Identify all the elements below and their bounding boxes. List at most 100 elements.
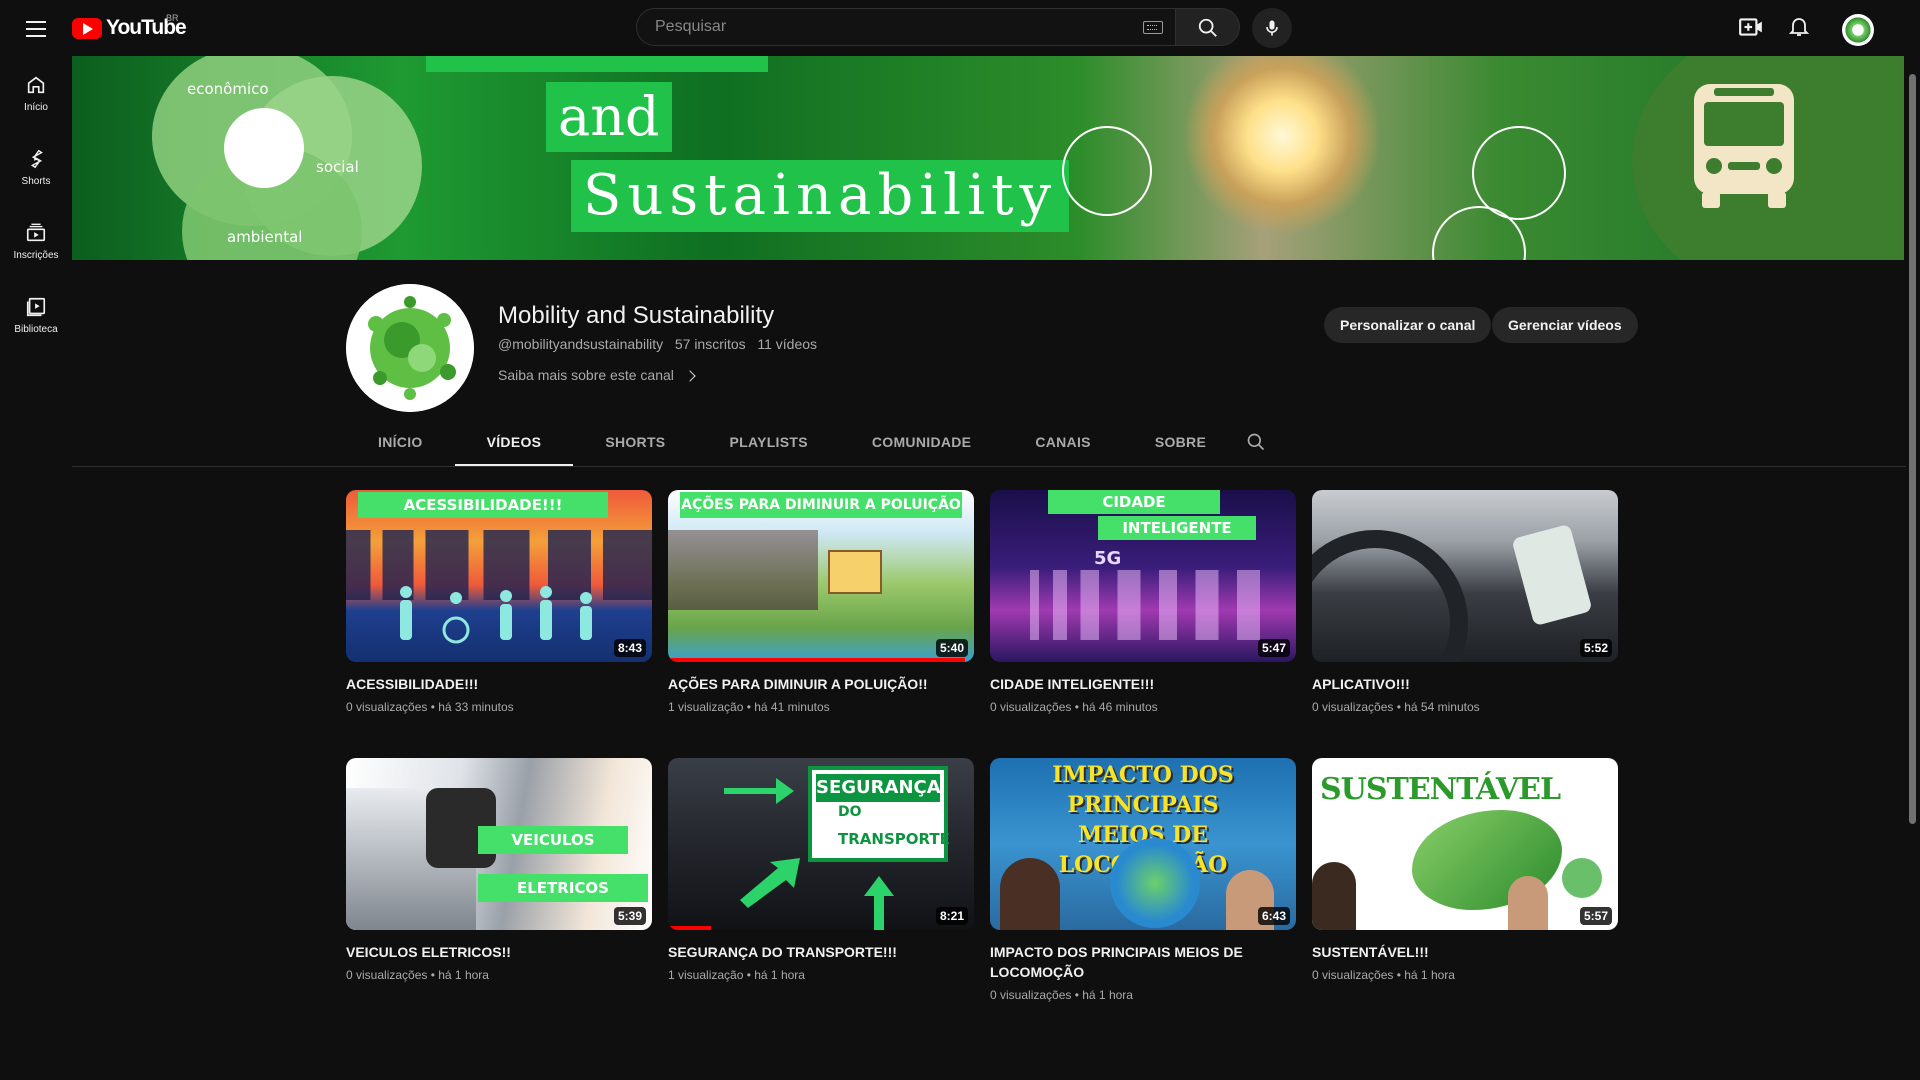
watch-progress-bar — [668, 658, 965, 662]
safety-sign: SEGURANÇA DO TRANSPORTE — [808, 766, 950, 862]
upload-age: há 33 minutos — [438, 700, 514, 714]
factory-smoke — [668, 530, 818, 610]
video-title[interactable]: ACESSIBILIDADE!!! — [346, 674, 636, 694]
video-thumbnail[interactable]: SEGURANÇA DO TRANSPORTE 8:21 — [668, 758, 974, 930]
search-box — [636, 8, 1176, 46]
tab-about[interactable]: SOBRE — [1123, 418, 1238, 466]
watch-progress-bar — [668, 926, 711, 930]
top-bar: YouTube BR — [0, 0, 1920, 56]
presenter-avatar-left — [1312, 862, 1356, 930]
video-duration: 8:21 — [935, 907, 968, 925]
tab-shorts[interactable]: SHORTS — [573, 418, 697, 466]
sidebar-item-shorts[interactable]: Shorts — [0, 130, 72, 204]
bus-icon — [1694, 84, 1794, 208]
customize-channel-button[interactable]: Personalizar o canal — [1324, 307, 1492, 343]
thumbnail-headline-line1: IMPACTO DOS PRINCIPAIS — [1052, 762, 1234, 818]
video-title[interactable]: SEGURANÇA DO TRANSPORTE!!! — [668, 942, 958, 962]
account-avatar[interactable] — [1842, 14, 1874, 46]
video-title[interactable]: AÇÕES PARA DIMINUIR A POLUIÇÃO!! — [668, 674, 958, 694]
youtube-logo[interactable]: YouTube BR — [72, 13, 187, 39]
video-card[interactable]: CIDADE INTELIGENTE 5G 5:47 CIDADE INTELI… — [990, 490, 1296, 714]
banner-word-sustainability: Sustainability — [571, 160, 1070, 232]
channel-banner: econômico social ambiental and Sustainab… — [72, 56, 1904, 260]
view-count: 0 visualizações — [346, 700, 428, 714]
sidebar-item-label: Início — [24, 101, 48, 113]
video-meta: 1 visualização • há 1 hora — [668, 968, 805, 982]
tab-home[interactable]: INÍCIO — [346, 418, 455, 466]
manage-videos-button[interactable]: Gerenciar vídeos — [1492, 307, 1638, 343]
banner-word-and: and — [546, 82, 672, 152]
country-code: BR — [166, 13, 179, 23]
video-title[interactable]: APLICATIVO!!! — [1312, 674, 1602, 694]
hamburger-menu-icon[interactable] — [24, 16, 48, 40]
video-thumbnail[interactable]: SUSTENTÁVEL 5:57 — [1312, 758, 1618, 930]
video-duration: 5:40 — [935, 639, 968, 657]
thumbnail-caption-line2: INTELIGENTE — [1098, 516, 1256, 540]
channel-avatar[interactable] — [346, 284, 474, 412]
search-button[interactable] — [1176, 8, 1240, 46]
video-card[interactable]: SEGURANÇA DO TRANSPORTE 8:21 SEGURANÇA D… — [668, 758, 974, 982]
notifications-bell-icon[interactable] — [1787, 14, 1815, 42]
tab-channels[interactable]: CANAIS — [1003, 418, 1122, 466]
steering-wheel — [1312, 530, 1468, 662]
lightbulb-image — [1182, 56, 1382, 236]
video-meta: 0 visualizações • há 1 hora — [1312, 968, 1455, 982]
view-count: 0 visualizações — [990, 988, 1072, 1002]
tab-community[interactable]: COMUNIDADE — [840, 418, 1003, 466]
banner-label-economic: econômico — [187, 80, 269, 98]
video-thumbnail[interactable]: VEICULOS ELETRICOS 5:39 — [346, 758, 652, 930]
microphone-icon — [1266, 20, 1278, 36]
video-title[interactable]: IMPACTO DOS PRINCIPAIS MEIOS DE LOCOMOÇÃ… — [990, 942, 1280, 982]
video-card[interactable]: IMPACTO DOS PRINCIPAIS MEIOS DE LOCOMOÇÃ… — [990, 758, 1296, 1002]
upload-age: há 1 hora — [1404, 968, 1455, 982]
sidebar-item-label: Biblioteca — [14, 323, 58, 335]
earth-image — [1110, 838, 1200, 928]
channel-search-button[interactable] — [1246, 432, 1266, 457]
video-count: 11 vídeos — [757, 336, 818, 352]
subscriptions-icon — [26, 223, 46, 241]
youtube-play-icon — [72, 17, 102, 39]
channel-about-link[interactable]: Saiba mais sobre este canal — [498, 367, 696, 383]
page-scrollbar-thumb[interactable] — [1909, 74, 1916, 824]
home-icon — [27, 76, 45, 93]
video-card[interactable]: 5:52 APLICATIVO!!! 0 visualizações • há … — [1312, 490, 1618, 714]
tab-videos[interactable]: VÍDEOS — [454, 418, 574, 466]
upload-age: há 54 minutos — [1404, 700, 1480, 714]
thumbnail-5g-label: 5G — [1094, 548, 1122, 569]
view-count: 1 visualização — [668, 700, 744, 714]
voice-search-button[interactable] — [1252, 8, 1292, 48]
create-video-icon[interactable] — [1738, 14, 1766, 42]
sidebar-item-library[interactable]: Biblioteca — [0, 278, 72, 352]
video-thumbnail[interactable]: 5:52 — [1312, 490, 1618, 662]
shorts-icon — [30, 149, 43, 168]
video-thumbnail[interactable]: ACESSIBILIDADE!!! 8:43 — [346, 490, 652, 662]
search-input[interactable] — [653, 17, 1097, 37]
video-card[interactable]: ACESSIBILIDADE!!! 8:43 ACESSIBILIDADE!!!… — [346, 490, 652, 714]
video-meta: 0 visualizações • há 1 hora — [346, 968, 489, 982]
upload-age: há 1 hora — [438, 968, 489, 982]
sign-word-1: SEGURANÇA — [816, 774, 941, 802]
banner-label-social: social — [316, 158, 359, 176]
sidebar-item-subscriptions[interactable]: Inscrições — [0, 204, 72, 278]
sidebar-item-home[interactable]: Início — [0, 56, 72, 130]
video-thumbnail[interactable]: AÇÕES PARA DIMINUIR A POLUIÇÃO 5:40 — [668, 490, 974, 662]
sidebar-item-label: Shorts — [21, 175, 51, 187]
tab-playlists[interactable]: PLAYLISTS — [697, 418, 839, 466]
upload-age: há 1 hora — [1082, 988, 1133, 1002]
video-card[interactable]: AÇÕES PARA DIMINUIR A POLUIÇÃO 5:40 AÇÕE… — [668, 490, 974, 714]
channel-meta: @mobilityandsustainability 57 inscritos … — [498, 336, 817, 352]
search-icon — [1247, 433, 1265, 451]
video-meta: 0 visualizações • há 1 hora — [990, 988, 1133, 1002]
arrow-right-icon — [724, 778, 794, 804]
video-title[interactable]: VEICULOS ELETRICOS!! — [346, 942, 636, 962]
keyboard-icon[interactable] — [1143, 21, 1163, 34]
video-title[interactable]: SUSTENTÁVEL!!! — [1312, 942, 1602, 962]
recycle-icon — [1562, 858, 1602, 898]
search-icon — [1198, 18, 1217, 37]
thumbnail-caption-line1: VEICULOS — [478, 826, 628, 854]
video-card[interactable]: VEICULOS ELETRICOS 5:39 VEICULOS ELETRIC… — [346, 758, 652, 982]
video-title[interactable]: CIDADE INTELIGENTE!!! — [990, 674, 1280, 694]
video-thumbnail[interactable]: IMPACTO DOS PRINCIPAIS MEIOS DE LOCOMOÇÃ… — [990, 758, 1296, 930]
video-thumbnail[interactable]: CIDADE INTELIGENTE 5G 5:47 — [990, 490, 1296, 662]
video-card[interactable]: SUSTENTÁVEL 5:57 SUSTENTÁVEL!!! 0 visual… — [1312, 758, 1618, 982]
